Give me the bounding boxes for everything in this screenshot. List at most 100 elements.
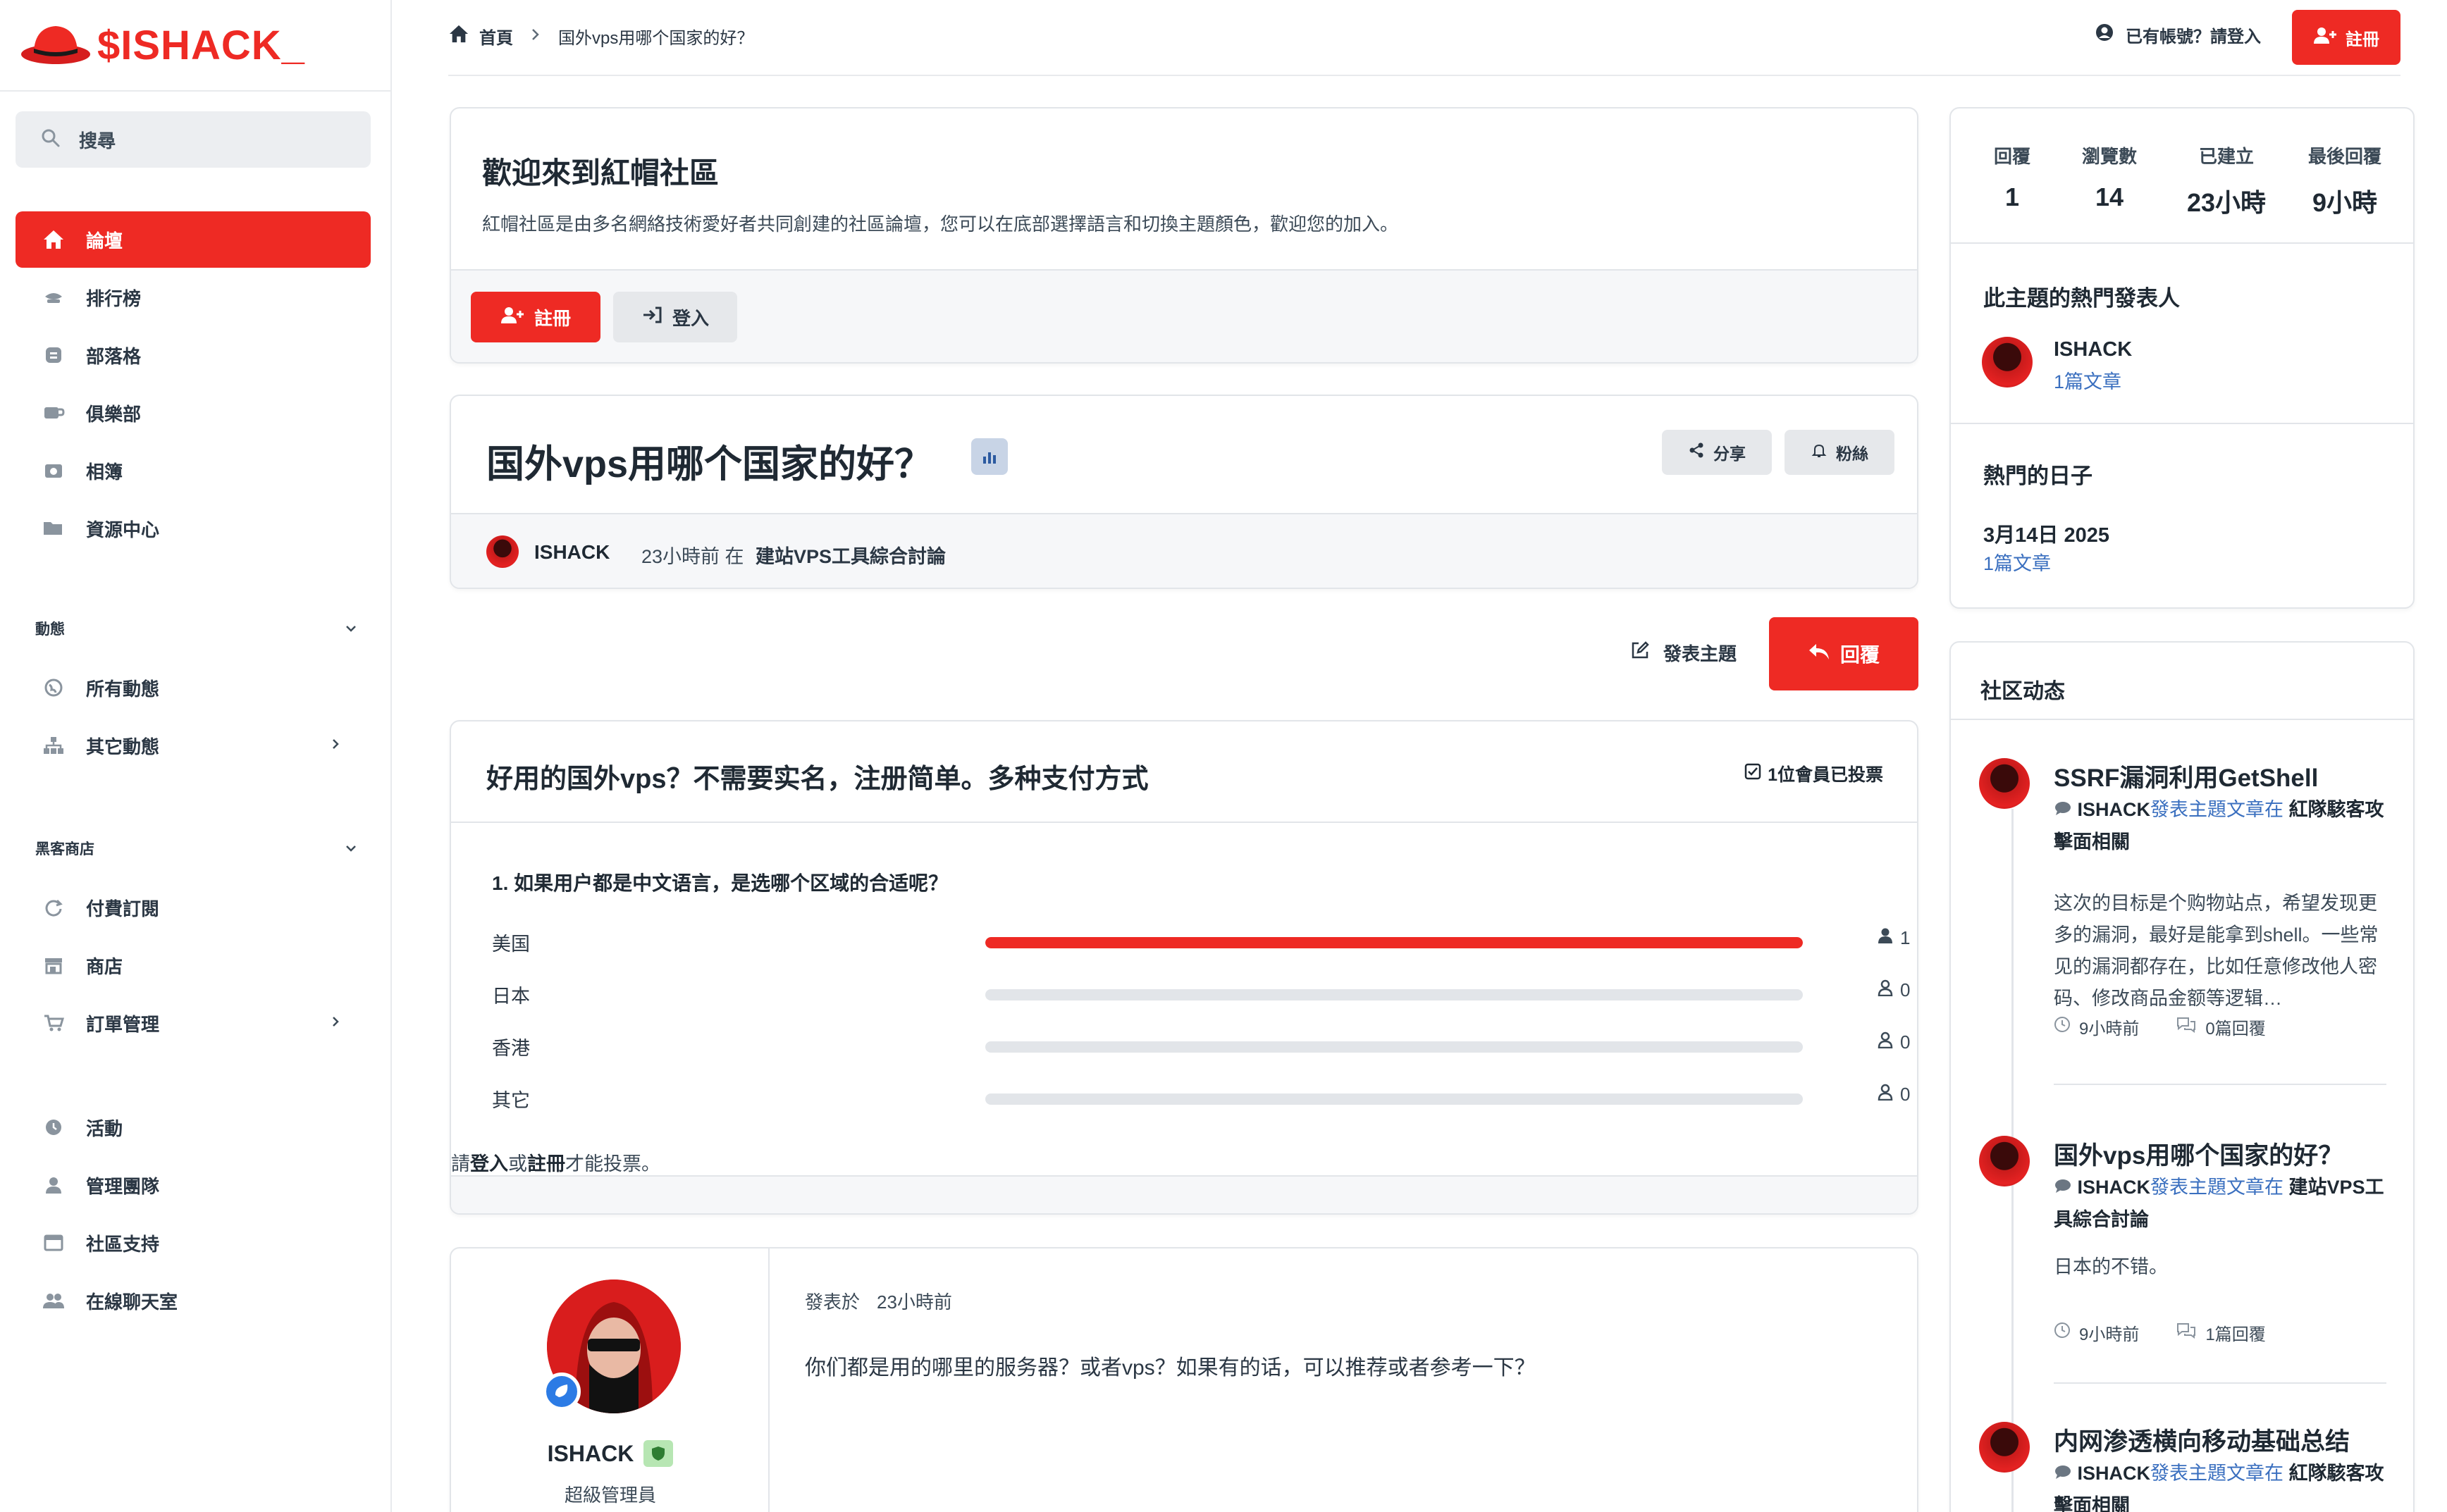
nav-item-forum[interactable]: 論壇 [16,211,371,268]
post-author-panel: ISHACK 超級管理員 [451,1248,770,1512]
post-author-role: 超級管理員 [564,1485,656,1506]
top-poster-count: 1篇文章 [2054,371,2122,392]
topic-time: 23小時前 在 [641,546,744,567]
topic-stats-card: 回覆 1 瀏覽數 14 已建立 23小時 最後回覆 9小時 此主題的熱門發表人 … [1949,107,2415,609]
nav-item-chat[interactable]: 在線聊天室 [16,1272,371,1329]
nav-item-resources[interactable]: 資源中心 [16,500,371,557]
activity-user[interactable]: ISHACK [2078,1463,2151,1484]
new-topic-button[interactable]: 發表主題 [1629,640,1737,666]
topic-author[interactable]: ISHACK [534,541,610,564]
user-icon [1878,927,1893,949]
stat-label: 回覆 [1993,146,2030,167]
welcome-description: 紅帽社區是由多名網絡技術愛好者共同創建的社區論壇，您可以在底部選擇語言和切換主題… [482,213,1399,235]
stat-replies: 回覆 1 [1980,142,2044,212]
reply-icon [1808,642,1830,667]
top-bar: 首頁 国外vps用哪个国家的好？ 已有帳號？請登入 註冊 [448,0,2400,76]
sitemap-icon [41,733,66,758]
section-title: 黑客商店 [35,841,94,857]
divider [1951,423,2413,424]
user-plus-icon [2313,26,2337,49]
breadcrumb: 首頁 国外vps用哪个国家的好？ [448,24,753,49]
nav-item-label: 排行榜 [86,287,142,309]
activity-user[interactable]: ISHACK [2078,799,2151,820]
stat-created: 已建立 23小時 [2174,142,2279,219]
share-button[interactable]: 分享 [1662,430,1772,475]
search-button[interactable]: 搜尋 [16,111,371,168]
comments-icon [2176,1322,2197,1344]
stat-value: 1 [2004,182,2020,211]
nav-item-support[interactable]: 社區支持 [16,1215,371,1271]
nav-item-staff[interactable]: 管理團隊 [16,1157,371,1213]
post-author-name[interactable]: ISHACK [548,1441,634,1467]
nav-item-other-activity[interactable]: 其它動態 [16,717,371,774]
nav-item-label: 所有動態 [86,678,160,700]
post-date: 發表於 23小時前 [805,1288,952,1314]
button-label: 登入 [672,307,709,329]
breadcrumb-home[interactable]: 首頁 [479,24,513,49]
poll-title: 好用的国外vps？不需要实名，注册简单。多种支付方式 [486,764,1149,794]
nav-item-orders[interactable]: 訂單管理 [16,995,371,1051]
section-activity-toggle[interactable]: 動態 [35,614,359,643]
activity-time: 9小時前 [2079,1020,2140,1039]
site-logo[interactable]: $ISHACK_ [20,20,305,70]
post-body: 你们都是用的哪里的服务器？或者vps？如果有的话，可以推荐或者参考一下？ [805,1356,1536,1380]
nav-item-label: 論壇 [86,230,123,252]
poll-option: 日本 0 [492,978,1910,1007]
poll-option-bar [985,1093,1803,1105]
nav-item-store[interactable]: 商店 [16,937,371,993]
home-icon[interactable] [448,24,469,49]
welcome-login-button[interactable]: 登入 [613,292,737,342]
section-title: 動態 [35,621,65,638]
stat-views: 瀏覽數 14 [2064,142,2155,212]
nav-item-label: 在線聊天室 [86,1291,178,1313]
nav-item-clubs[interactable]: 俱樂部 [16,385,371,441]
moderator-badge-icon [543,1372,581,1411]
activity-item-title[interactable]: 国外vps用哪个国家的好？ [2054,1136,2343,1172]
nav-item-blog[interactable]: 部落格 [16,327,371,383]
note-login-link[interactable]: 登入 [470,1153,508,1175]
welcome-register-button[interactable]: 註冊 [471,292,600,342]
section-shop-toggle[interactable]: 黑客商店 [35,834,359,862]
activity-item-byline: ISHACK發表主題文章在 紅隊駭客攻擊面相關 [2054,1457,2385,1512]
welcome-card: 歡迎來到紅帽社區 紅帽社區是由多名網絡技術愛好者共同創建的社區論壇，您可以在底部… [450,107,1918,364]
activity-verb: 發表主題文章在 [2150,1177,2284,1198]
popular-day[interactable]: 3月14日 2025 [1983,519,2109,548]
nav-item-leaderboard[interactable]: 排行榜 [16,269,371,326]
activity-excerpt: 日本的不错。 [2054,1256,2168,1277]
avatar[interactable] [1979,1422,2030,1473]
comments-icon [2176,1016,2197,1038]
activity-item-title[interactable]: SSRF漏洞利用GetShell [2054,758,2318,794]
nav-item-label: 商店 [86,955,123,977]
avatar[interactable] [486,535,519,568]
users-icon [41,1288,66,1313]
reply-button[interactable]: 回覆 [1769,617,1918,690]
chevron-down-icon [343,620,359,640]
follow-button[interactable]: 粉絲 [1785,430,1894,475]
activity-item-byline: ISHACK發表主題文章在 紅隊駭客攻擊面相關 [2054,793,2385,858]
nav-item-subscriptions[interactable]: 付費訂閱 [16,879,371,936]
register-button[interactable]: 註冊 [2292,10,2400,65]
activity-user[interactable]: ISHACK [2078,1177,2151,1198]
activity-item-title[interactable]: 内网渗透横向移动基础总结 [2054,1422,2350,1458]
popular-days-title: 熱門的日子 [1983,464,2092,488]
poll-option-name: 美国 [492,934,530,955]
note-register-link[interactable]: 註冊 [527,1153,565,1175]
poll-voted-label: 1位會員已投票 [1768,765,1883,785]
store-icon [41,953,66,978]
nav-item-all-activity[interactable]: 所有動態 [16,659,371,716]
top-poster-name[interactable]: ISHACK [2054,338,2132,361]
avatar[interactable] [1982,337,2033,388]
avatar[interactable] [1979,758,2030,809]
avatar[interactable] [1979,1136,2030,1186]
login-link[interactable]: 已有帳號？請登入 [2095,23,2261,47]
welcome-title: 歡迎來到紅帽社區 [482,156,720,190]
divider [0,90,390,92]
edit-icon [1629,640,1651,666]
nav-item-gallery[interactable]: 相簿 [16,442,371,499]
nav-item-events[interactable]: 活動 [16,1099,371,1155]
nav-item-label: 資源中心 [86,519,160,540]
sidebar: $ISHACK_ 搜尋 論壇 排行榜 部落格 俱樂部 相簿 資源中心 動態 所有… [0,0,392,1512]
topic-forum-link[interactable]: 建站VPS工具綜合討論 [756,541,946,569]
note-text: 請 [451,1153,470,1175]
divider [2054,1084,2386,1085]
